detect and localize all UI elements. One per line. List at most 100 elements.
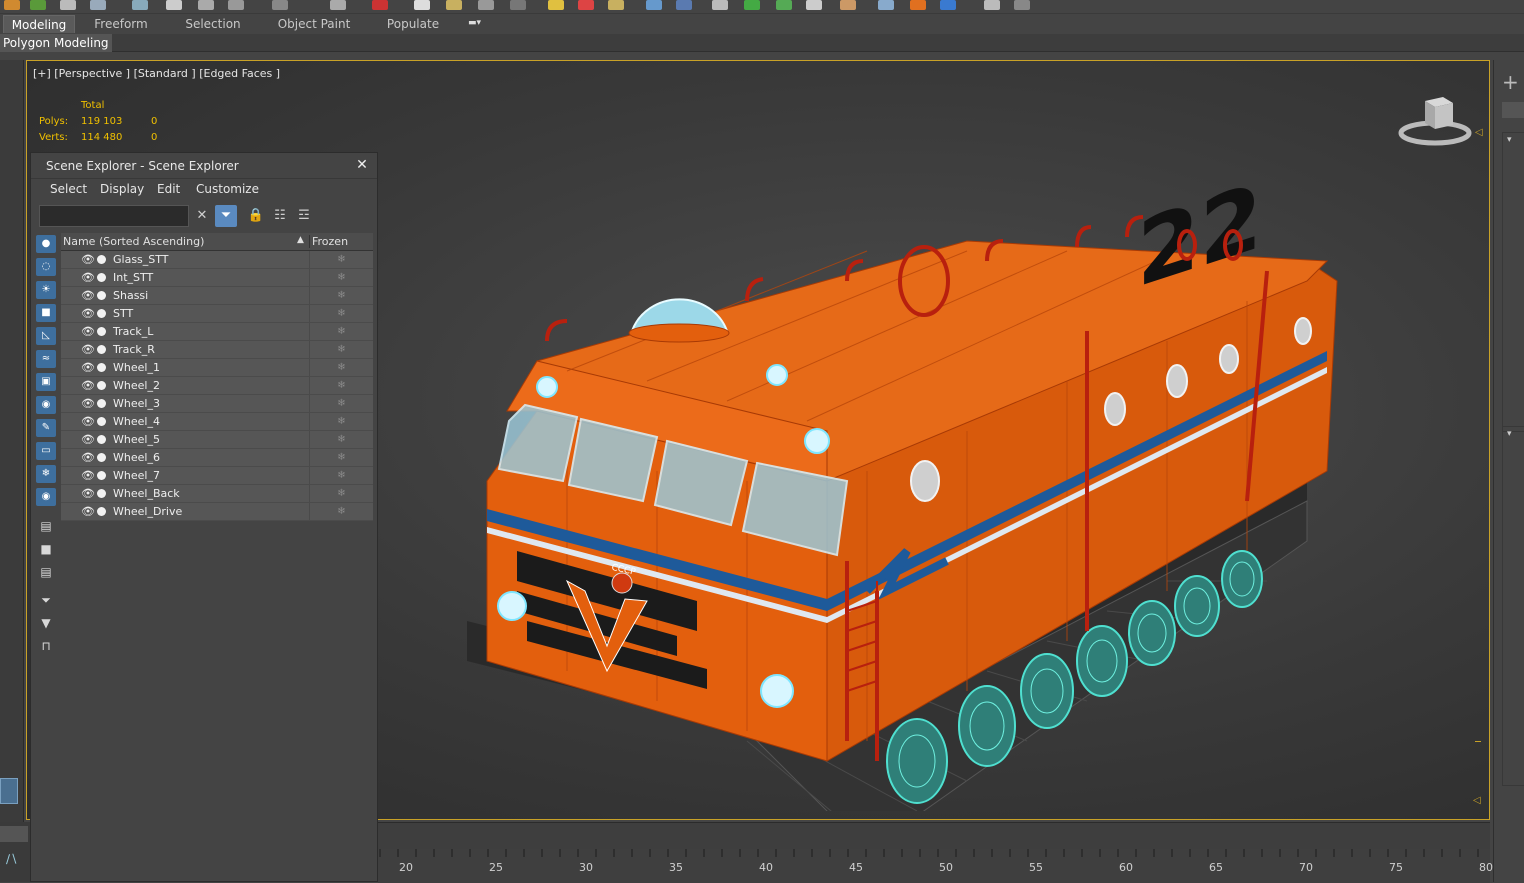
frozen-snowflake-icon[interactable]: ❄ (309, 269, 373, 286)
ribbon-options-dropdown-icon[interactable]: ▬▾ (468, 18, 490, 30)
tool-icon[interactable] (228, 0, 244, 10)
spacewarps-filter-icon[interactable]: ≈ (36, 350, 56, 368)
visibility-eye-icon[interactable]: 👁 (81, 487, 95, 500)
tool-icon[interactable] (166, 0, 182, 10)
menu-customize[interactable]: Customize (196, 182, 259, 196)
mini-listener[interactable] (0, 826, 28, 842)
tool-icon[interactable] (4, 0, 20, 10)
frozen-snowflake-icon[interactable]: ❄ (309, 485, 373, 502)
frozen-snowflake-icon[interactable]: ❄ (309, 287, 373, 304)
script-icon[interactable]: ∕∖ (6, 852, 18, 866)
tool-icon[interactable] (984, 0, 1000, 10)
create-plus-icon[interactable]: + (1502, 70, 1519, 94)
filter-selection-icon[interactable]: ⏷ (36, 591, 56, 609)
geometry-filter-icon[interactable]: ● (36, 235, 56, 253)
menu-display[interactable]: Display (100, 182, 144, 196)
hierarchy-icon[interactable]: ☷ (269, 205, 291, 227)
table-row[interactable]: 👁 Track_R ❄ (61, 341, 373, 359)
render-dot-icon[interactable] (97, 435, 106, 444)
tool-icon[interactable] (90, 0, 106, 10)
rollout-collapse-icon[interactable]: ▾ (1507, 429, 1512, 439)
column-header-frozen[interactable]: Frozen (309, 235, 348, 248)
render-dot-icon[interactable] (97, 507, 106, 516)
render-dot-icon[interactable] (97, 417, 106, 426)
visibility-eye-icon[interactable]: 👁 (81, 451, 95, 464)
menu-edit[interactable]: Edit (157, 182, 180, 196)
timeline-ruler[interactable]: 20 25 30 35 40 45 50 55 60 65 70 75 80 (378, 822, 1493, 883)
tool-icon[interactable] (510, 0, 526, 10)
tool-icon[interactable] (132, 0, 148, 10)
invert-display-icon[interactable]: ▤ (36, 563, 56, 581)
shapes-filter-icon[interactable]: ◌ (36, 258, 56, 276)
search-input[interactable] (39, 205, 189, 227)
table-row[interactable]: 👁 Wheel_3 ❄ (61, 395, 373, 413)
visibility-eye-icon[interactable]: 👁 (81, 253, 95, 266)
table-row[interactable]: 👁 Wheel_4 ❄ (61, 413, 373, 431)
lock-icon[interactable]: 🔒 (245, 205, 267, 227)
close-icon[interactable]: ✕ (355, 158, 369, 172)
table-row[interactable]: 👁 Shassi ❄ (61, 287, 373, 305)
frozen-snowflake-icon[interactable]: ❄ (309, 323, 373, 340)
render-dot-icon[interactable] (97, 309, 106, 318)
polygon-modeling-panel[interactable]: Polygon Modeling (0, 34, 112, 52)
tool-icon[interactable] (646, 0, 662, 10)
tool-icon[interactable] (330, 0, 346, 10)
xrefs-filter-icon[interactable]: ◉ (36, 396, 56, 414)
filter-icon[interactable]: ⏷ (215, 205, 237, 227)
visibility-eye-icon[interactable]: 👁 (81, 505, 95, 518)
tool-icon[interactable] (676, 0, 692, 10)
table-row[interactable]: 👁 STT ❄ (61, 305, 373, 323)
table-row[interactable]: 👁 Int_STT ❄ (61, 269, 373, 287)
lights-filter-icon[interactable]: ☀ (36, 281, 56, 299)
tool-icon[interactable] (60, 0, 76, 10)
tool-icon[interactable] (712, 0, 728, 10)
frozen-snowflake-icon[interactable]: ❄ (309, 449, 373, 466)
render-dot-icon[interactable] (97, 291, 106, 300)
frozen-snowflake-icon[interactable]: ❄ (309, 359, 373, 376)
table-row[interactable]: 👁 Wheel_5 ❄ (61, 431, 373, 449)
tool-icon[interactable] (372, 0, 388, 10)
visibility-eye-icon[interactable]: 👁 (81, 361, 95, 374)
tool-icon[interactable] (1014, 0, 1030, 10)
tool-icon[interactable] (776, 0, 792, 10)
frozen-snowflake-icon[interactable]: ❄ (309, 503, 373, 520)
render-dot-icon[interactable] (97, 363, 106, 372)
bones-filter-icon[interactable]: ✎ (36, 419, 56, 437)
tool-icon[interactable] (608, 0, 624, 10)
visibility-eye-icon[interactable]: 👁 (81, 397, 95, 410)
frozen-snowflake-icon[interactable]: ❄ (309, 467, 373, 484)
groups-filter-icon[interactable]: ▣ (36, 373, 56, 391)
render-dot-icon[interactable] (97, 489, 106, 498)
tool-icon[interactable] (548, 0, 564, 10)
scene-explorer-title[interactable]: Scene Explorer - Scene Explorer (31, 153, 377, 179)
clear-search-icon[interactable]: ✕ (191, 205, 213, 227)
render-dot-icon[interactable] (97, 255, 106, 264)
visibility-eye-icon[interactable]: 👁 (81, 325, 95, 338)
render-dot-icon[interactable] (97, 453, 106, 462)
render-dot-icon[interactable] (97, 345, 106, 354)
sort-ascending-icon[interactable]: ▲ (297, 235, 304, 245)
visibility-eye-icon[interactable]: 👁 (81, 271, 95, 284)
tool-icon[interactable] (198, 0, 214, 10)
render-dot-icon[interactable] (97, 399, 106, 408)
sync-selection-icon[interactable]: ⊓ (36, 637, 56, 655)
tool-icon[interactable] (578, 0, 594, 10)
visibility-eye-icon[interactable]: 👁 (81, 343, 95, 356)
table-row[interactable]: 👁 Wheel_Back ❄ (61, 485, 373, 503)
render-dot-icon[interactable] (97, 327, 106, 336)
visibility-eye-icon[interactable]: 👁 (81, 289, 95, 302)
visibility-eye-icon[interactable]: 👁 (81, 469, 95, 482)
tool-icon[interactable] (414, 0, 430, 10)
frozen-snowflake-icon[interactable]: ❄ (309, 251, 373, 268)
viewport-layout-tab[interactable] (0, 778, 18, 804)
layers-icon[interactable]: ☲ (293, 205, 315, 227)
frozen-snowflake-icon[interactable]: ❄ (309, 413, 373, 430)
visibility-eye-icon[interactable]: 👁 (81, 307, 95, 320)
column-header-name[interactable]: Name (Sorted Ascending) (63, 235, 204, 248)
menu-select[interactable]: Select (50, 182, 87, 196)
frozen-snowflake-icon[interactable]: ❄ (309, 377, 373, 394)
visibility-eye-icon[interactable]: 👁 (81, 415, 95, 428)
tool-icon[interactable] (30, 0, 46, 10)
frozen-snowflake-icon[interactable]: ❄ (309, 395, 373, 412)
frozen-snowflake-icon[interactable]: ❄ (309, 341, 373, 358)
